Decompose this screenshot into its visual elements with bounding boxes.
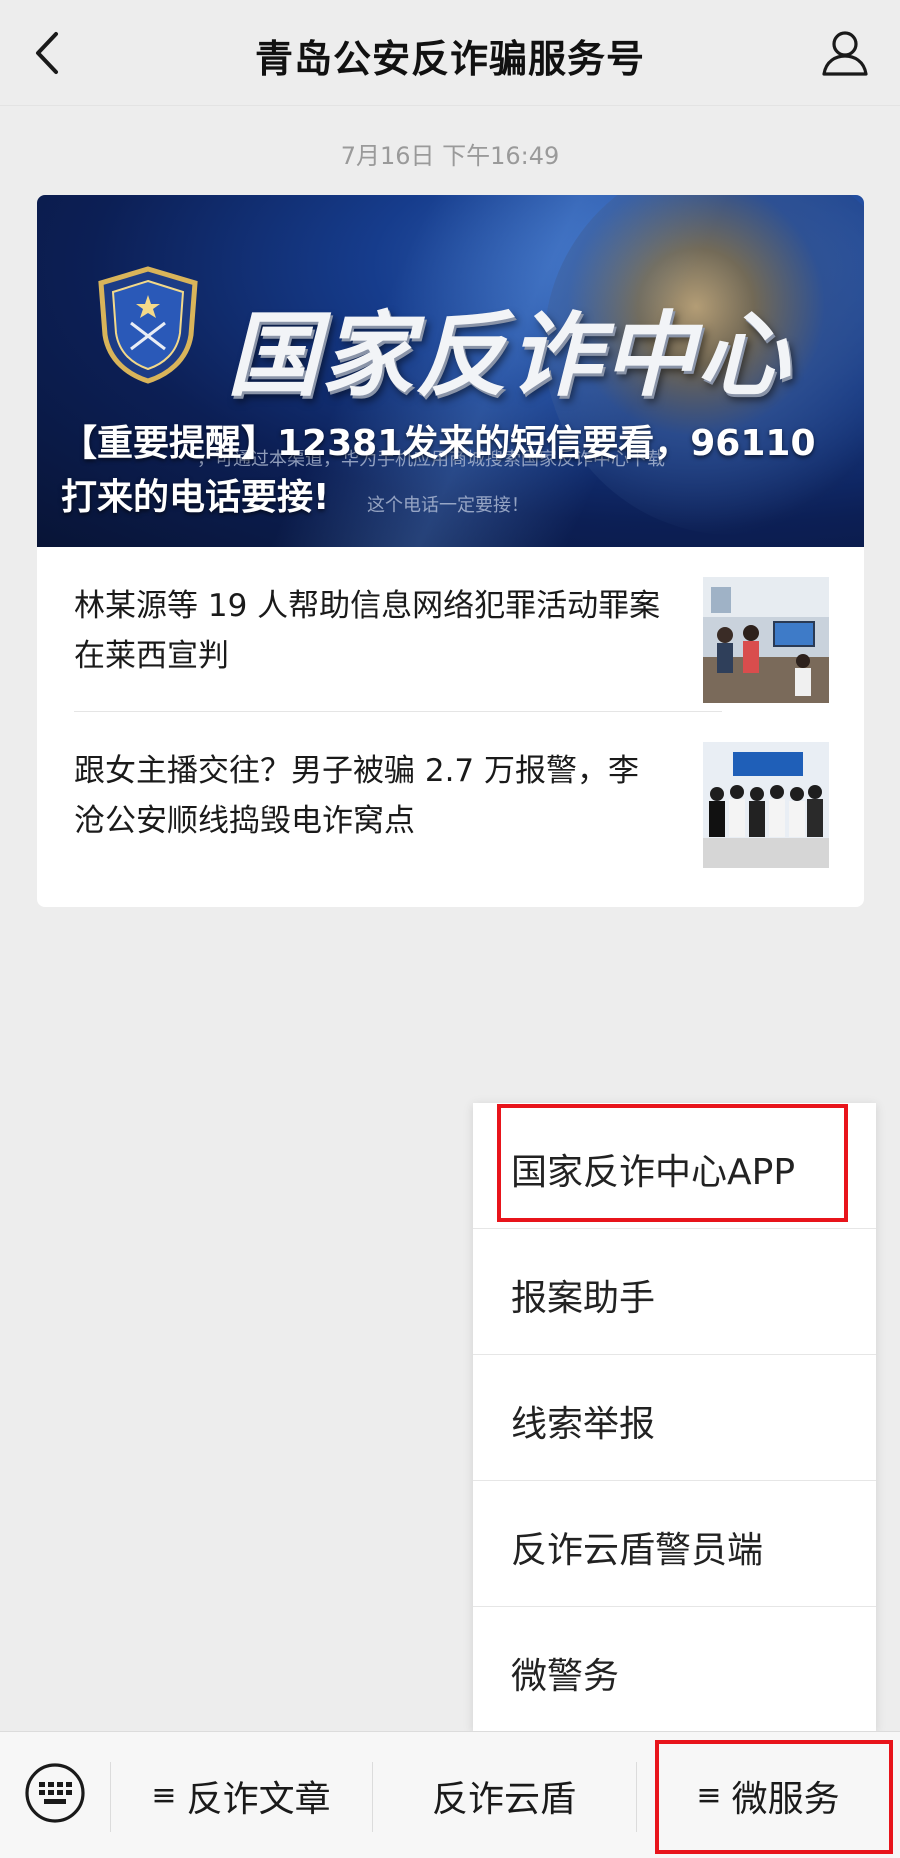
tab-label: 反诈云盾 [431, 1778, 576, 1820]
page-title: 青岛公安反诈骗服务号 [254, 37, 645, 81]
tab-anti-fraud-shield[interactable]: 反诈云盾 [372, 1732, 636, 1858]
menu-item-police-shield[interactable]: 反诈云盾警员端 [473, 1481, 876, 1607]
banner-title: 国家反诈中心 [227, 302, 792, 409]
article-thumbnail [703, 577, 829, 703]
menu-item-clue-report[interactable]: 线索举报 [473, 1355, 876, 1481]
article-card: 国家反诈中心 ，可通过本渠道，华为手机应用商城搜索国家反诈中心下载 这个电话一定… [37, 195, 864, 907]
article-title: 跟女主播交往？男子被骗 2.7 万报警，李沧公安顺线捣毁电诈窝点 [74, 753, 640, 839]
menu-item-micro-police[interactable]: 微警务 [473, 1607, 876, 1733]
message-timestamp: 7月16日 下午16:49 [340, 142, 560, 170]
profile-button[interactable] [820, 28, 870, 78]
menu-item-label: 线索举报 [511, 1404, 656, 1445]
highlight-box-micro-services [655, 1740, 893, 1854]
keyboard-toggle-button[interactable] [24, 1762, 86, 1824]
article-title: 林某源等 19 人帮助信息网络犯罪活动罪案在莱西宣判 [74, 588, 661, 674]
highlight-box-app [497, 1104, 848, 1222]
menu-item-report-assistant[interactable]: 报案助手 [473, 1229, 876, 1355]
featured-article-banner[interactable]: 国家反诈中心 ，可通过本渠道，华为手机应用商城搜索国家反诈中心下载 这个电话一定… [37, 195, 864, 547]
article-item[interactable]: 林某源等 19 人帮助信息网络犯罪活动罪案在莱西宣判 [74, 547, 829, 711]
person-icon [822, 31, 868, 76]
menu-lines-icon: ≡ [151, 1778, 177, 1813]
keyboard-icon [25, 1763, 85, 1823]
top-nav-bar: 青岛公安反诈骗服务号 [0, 0, 900, 106]
menu-item-label: 反诈云盾警员端 [511, 1530, 764, 1571]
tab-anti-fraud-articles[interactable]: ≡ 反诈文章 [110, 1732, 372, 1858]
featured-headline: 【重要提醒】12381发来的短信要看，96110打来的电话要接! [61, 423, 816, 518]
menu-item-label: 微警务 [511, 1656, 620, 1697]
article-thumbnail [703, 742, 829, 868]
tab-label: 反诈文章 [186, 1778, 331, 1820]
article-item[interactable]: 跟女主播交往？男子被骗 2.7 万报警，李沧公安顺线捣毁电诈窝点 [74, 712, 829, 876]
menu-item-label: 报案助手 [511, 1278, 656, 1319]
police-emblem-icon [98, 266, 198, 384]
chat-page: 青岛公安反诈骗服务号 7月16日 下午16:49 国家反诈中心 ，可通过本渠道，… [0, 0, 900, 1858]
